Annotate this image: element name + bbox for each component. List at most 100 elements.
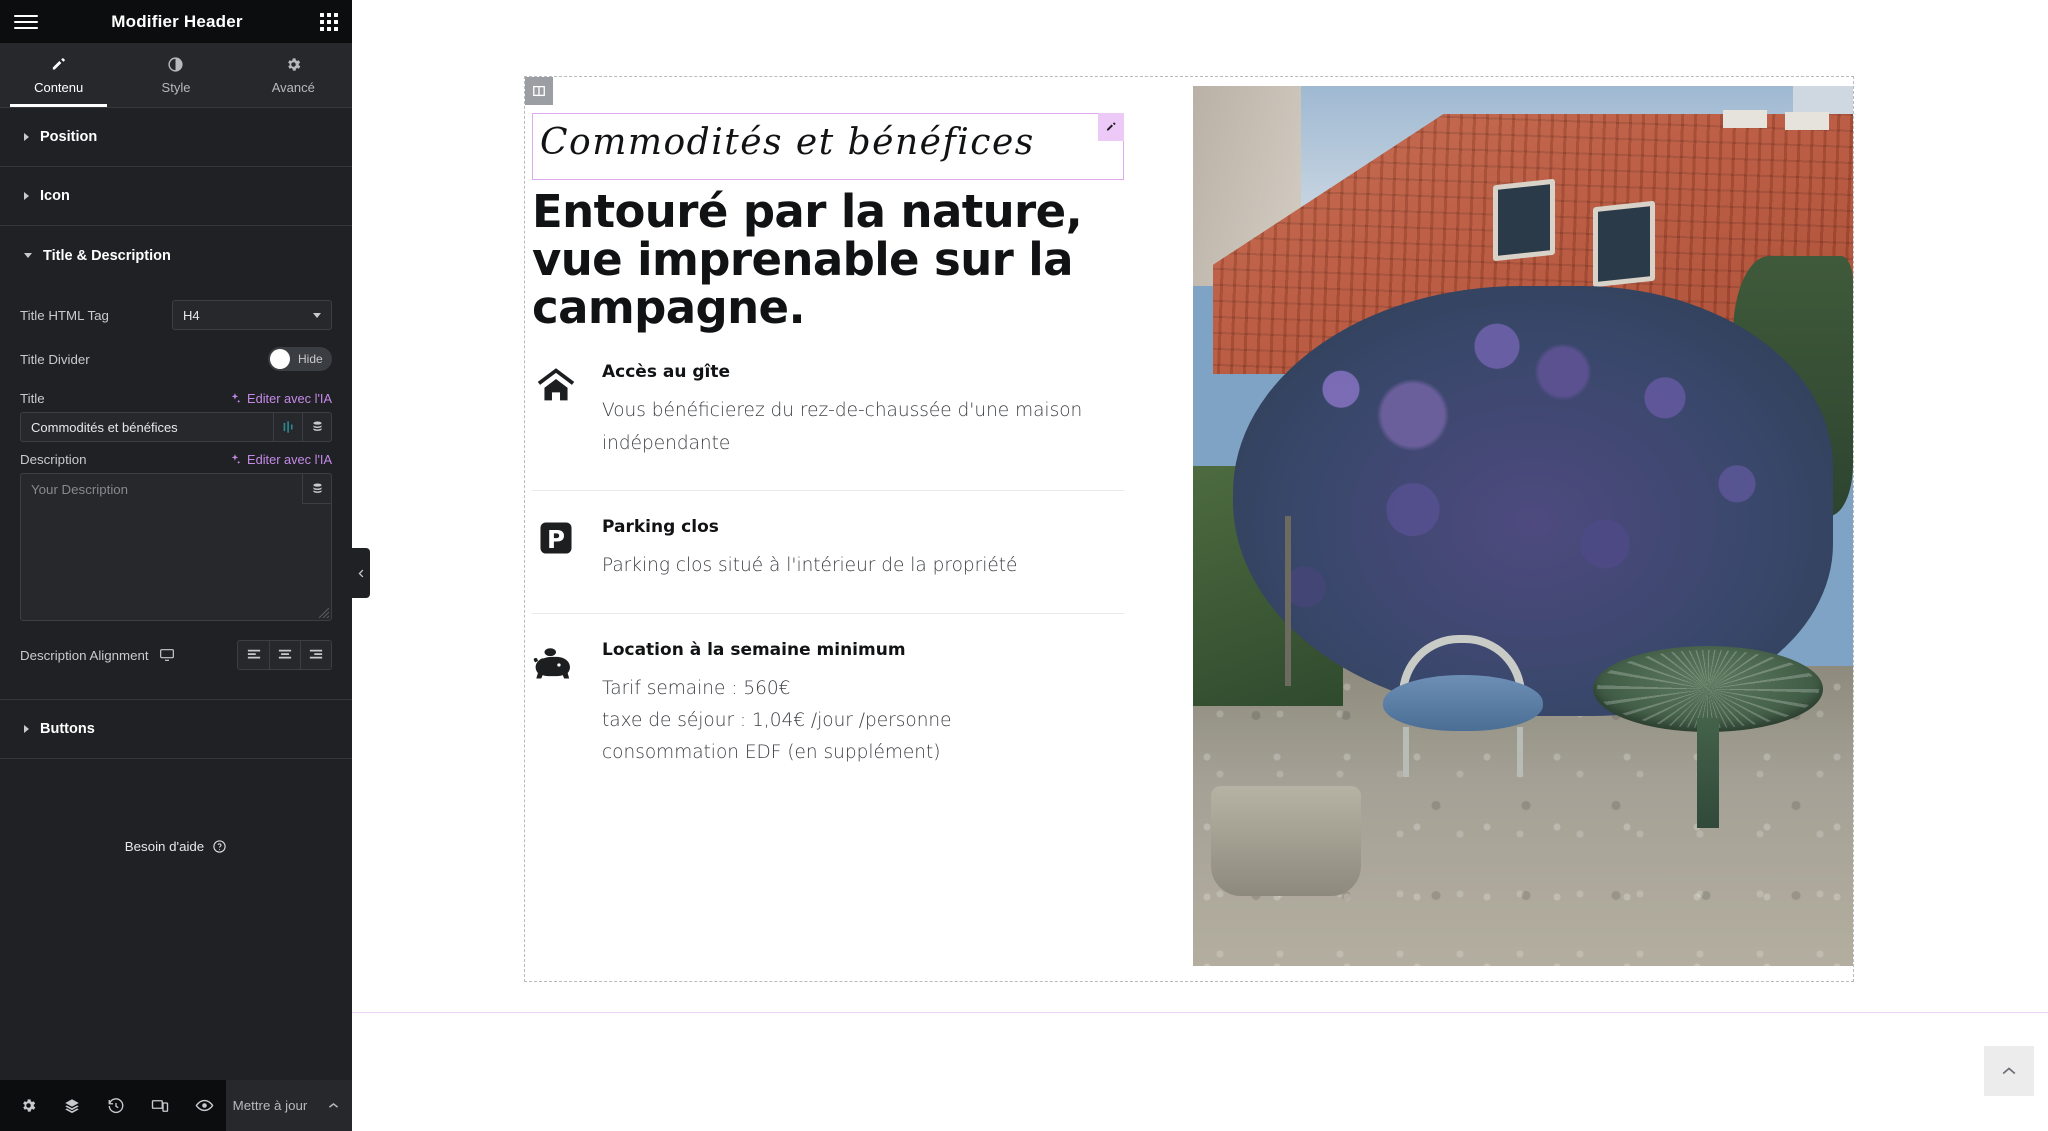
chevron-down-icon <box>24 253 32 258</box>
feature-item[interactable]: Accès au gîte Vous bénéficierez du rez-d… <box>532 358 1124 490</box>
help-label: Besoin d'aide <box>124 839 205 854</box>
title-waveform-icon[interactable] <box>273 413 302 441</box>
editor-canvas: Commodités et bénéfices Entouré par la n… <box>352 0 2048 1131</box>
description-dynamic-tags-icon[interactable] <box>302 474 331 504</box>
feature-title: Location à la semaine minimum <box>602 639 906 660</box>
history-icon[interactable] <box>94 1080 138 1131</box>
page-section[interactable]: Commodités et bénéfices Entouré par la n… <box>524 76 1854 982</box>
gear-icon <box>285 56 302 73</box>
update-button[interactable]: Mettre à jour <box>226 1080 352 1131</box>
tab-avance-label: Avancé <box>271 79 315 95</box>
desktop-icon[interactable] <box>159 647 175 663</box>
chevron-up-icon <box>2002 1067 2016 1075</box>
content-column: Commodités et bénéfices Entouré par la n… <box>525 77 1184 981</box>
property-photo[interactable] <box>1193 86 1853 966</box>
description-field-head: Description Editer avec l'IA <box>20 452 332 467</box>
align-right-button[interactable] <box>300 641 331 669</box>
section-position[interactable]: Position <box>0 108 352 167</box>
update-button-label: Mettre à jour <box>232 1098 308 1113</box>
feature-list: Accès au gîte Vous bénéficierez du rez-d… <box>532 358 1124 799</box>
chevron-down-icon <box>313 312 321 318</box>
contrast-icon <box>167 56 184 73</box>
description-label: Description <box>20 452 87 467</box>
page-heading: Entouré par la nature, vue imprenable su… <box>532 185 1083 335</box>
title-html-tag-select[interactable]: H4 <box>172 300 332 330</box>
grid-apps-icon[interactable] <box>316 12 338 31</box>
description-ai-edit-label: Editer avec l'IA <box>247 452 332 467</box>
panel-header: Modifier Header <box>0 0 352 43</box>
panel-footer: Mettre à jour <box>0 1080 352 1131</box>
sparkle-icon <box>231 454 241 465</box>
section-icon-label: Icon <box>40 188 70 204</box>
title-input[interactable]: Commodités et bénéfices <box>20 412 332 442</box>
panel-tabs: Contenu Style Avancé <box>0 43 352 108</box>
align-left-button[interactable] <box>238 641 269 669</box>
feature-title: Parking clos <box>602 517 719 538</box>
tab-style[interactable]: Style <box>117 43 234 107</box>
preview-eye-icon[interactable] <box>182 1080 226 1131</box>
feature-item[interactable]: P Parking clos Parking clos situé à l'in… <box>532 490 1124 612</box>
photo-roof-vent <box>1723 110 1767 128</box>
description-alignment-row: Description Alignment <box>20 633 332 677</box>
title-description-body: Title HTML Tag H4 Title Divider Hide Tit… <box>0 285 352 700</box>
scroll-to-top-button[interactable] <box>1984 1046 2034 1096</box>
description-alignment-group <box>237 640 332 670</box>
parking-icon: P <box>532 517 580 582</box>
toggle-knob <box>270 349 290 369</box>
editor-panel: Modifier Header Contenu Style Avancé Pos… <box>0 0 352 1131</box>
description-placeholder: Your Description <box>31 482 129 497</box>
feature-line: Tarif semaine : 560€ <box>602 677 791 699</box>
tab-contenu[interactable]: Contenu <box>0 43 117 107</box>
section-buttons[interactable]: Buttons <box>0 700 352 759</box>
description-ai-edit-link[interactable]: Editer avec l'IA <box>229 452 332 467</box>
photo-dormer-window <box>1593 200 1655 288</box>
tab-avance[interactable]: Avancé <box>235 43 352 107</box>
help-link[interactable]: Besoin d'aide <box>0 759 352 854</box>
section-icon[interactable]: Icon <box>0 167 352 226</box>
elementor-editor: Modifier Header Contenu Style Avancé Pos… <box>0 0 2048 1131</box>
feature-line: taxe de séjour : 1,04€ /jour /personne <box>602 709 952 731</box>
chevron-left-icon <box>358 569 363 577</box>
photo-roof-vent <box>1785 112 1829 130</box>
feature-line: indépendante <box>602 432 731 454</box>
title-field-head: Title Editer avec l'IA <box>20 391 332 406</box>
settings-gear-icon[interactable] <box>6 1080 50 1131</box>
section-columns: Commodités et bénéfices Entouré par la n… <box>525 77 1853 981</box>
photo-post <box>1285 516 1291 686</box>
pencil-icon <box>50 56 67 73</box>
section-divider-rule <box>352 1012 2048 1013</box>
title-ai-edit-link[interactable]: Editer avec l'IA <box>229 391 332 406</box>
chevron-up-icon[interactable] <box>327 1099 340 1112</box>
tab-style-label: Style <box>161 79 191 95</box>
textarea-resize-handle[interactable] <box>319 608 329 618</box>
feature-line: Vous bénéficierez du rez-de-chaussée d'u… <box>602 400 1083 422</box>
title-input-value: Commodités et bénéfices <box>31 419 178 435</box>
section-title-description[interactable]: Title & Description <box>0 226 352 285</box>
columns-icon[interactable] <box>525 77 553 105</box>
hamburger-icon[interactable] <box>14 14 38 29</box>
tab-contenu-label: Contenu <box>34 79 84 95</box>
sparkle-icon <box>231 393 241 404</box>
title-dynamic-tags-icon[interactable] <box>302 413 331 441</box>
photo-garden-chair <box>1373 631 1563 781</box>
layers-icon[interactable] <box>50 1080 94 1131</box>
title-html-tag-label: Title HTML Tag <box>20 307 109 323</box>
section-position-label: Position <box>40 129 98 145</box>
panel-collapse-handle[interactable] <box>352 548 370 598</box>
feature-title: Accès au gîte <box>602 362 731 383</box>
title-divider-toggle[interactable]: Hide <box>268 347 332 371</box>
title-html-tag-value: H4 <box>183 307 200 323</box>
align-center-button[interactable] <box>269 641 300 669</box>
panel-title: Modifier Header <box>111 11 243 31</box>
responsive-mode-icon[interactable] <box>138 1080 182 1131</box>
pencil-edit-icon[interactable] <box>1098 113 1124 141</box>
svg-text:P: P <box>547 525 565 554</box>
script-title-widget[interactable]: Commodités et bénéfices <box>532 113 1124 180</box>
feature-item[interactable]: Location à la semaine minimum Tarif sema… <box>532 612 1124 800</box>
photo-planter <box>1211 786 1361 896</box>
description-alignment-label: Description Alignment <box>20 647 149 663</box>
description-textarea[interactable]: Your Description <box>20 473 332 621</box>
feature-body: Accès au gîte Vous bénéficierez du rez-d… <box>602 362 1124 460</box>
image-column <box>1184 77 1853 981</box>
chevron-right-icon <box>24 133 29 141</box>
